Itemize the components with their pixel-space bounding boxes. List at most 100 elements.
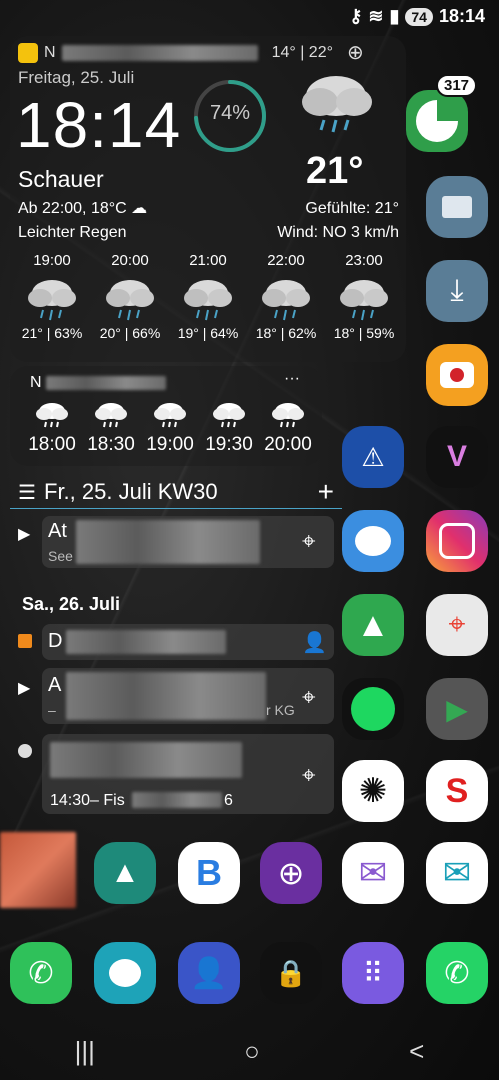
camera-app-icon[interactable] <box>426 344 488 406</box>
status-time: 18:14 <box>438 6 485 26</box>
spotify-app-icon[interactable] <box>342 678 404 740</box>
event-dot <box>18 744 32 758</box>
weather-location: N <box>44 43 56 61</box>
folder-icon <box>442 196 472 218</box>
contacts-app-icon[interactable]: 👤 <box>178 942 240 1004</box>
instagram-app-icon[interactable] <box>426 510 488 572</box>
temp-range: 14° | 22° <box>271 43 333 61</box>
hour-info: 21° | 63% <box>21 325 83 341</box>
s-app-icon[interactable]: S <box>426 760 488 822</box>
secure-app-icon[interactable]: 🔒 <box>260 942 322 1004</box>
mountain-icon: ▲ <box>356 605 390 644</box>
rain-cloud-icon <box>20 273 84 323</box>
mountains-icon: ▲ <box>110 856 140 889</box>
event-title: D <box>48 630 63 652</box>
phone-app-icon[interactable]: ✆ <box>10 942 72 1004</box>
rain-cloud-icon <box>254 273 318 323</box>
purple-mail-app-icon[interactable]: ✉ <box>342 842 404 904</box>
clock-time[interactable]: 18:14 <box>16 88 181 162</box>
koala-app-icon[interactable] <box>342 510 404 572</box>
download-icon: ⤓ <box>450 274 464 307</box>
rain-alert-app-icon[interactable]: ⚠ <box>342 426 404 488</box>
messages-app-icon[interactable] <box>94 942 156 1004</box>
hour-time: 22:00 <box>267 252 305 269</box>
hour-forecast: 21:00 19° | 64% <box>176 252 240 341</box>
menu-icon[interactable]: ☰ <box>18 480 44 505</box>
forecast-from: Ab 22:00, 18°C ☁ <box>18 200 148 217</box>
phone-icon: ✆ <box>28 956 54 990</box>
redacted-location <box>61 44 258 61</box>
play-icon: ▶ <box>18 526 31 543</box>
hour-time: 19:00 <box>33 252 71 269</box>
envelope-icon: ✉ <box>358 854 388 892</box>
hour-time: 21:00 <box>189 252 227 269</box>
hour-forecast: 19:00 21° | 63% <box>20 252 84 341</box>
back-button[interactable]: < <box>409 1036 424 1067</box>
notification-badge: 317 <box>436 74 478 97</box>
apps-grid-icon[interactable]: ⠿ <box>342 942 404 1004</box>
pie-app-icon[interactable] <box>406 90 468 152</box>
rain-icon <box>94 403 128 433</box>
redacted-event <box>76 520 260 564</box>
home-button[interactable]: ○ <box>244 1036 260 1067</box>
event-title: A <box>48 674 62 696</box>
rain-widget-title: N <box>30 374 166 392</box>
calendar-divider <box>10 508 342 509</box>
v-app-icon[interactable]: V <box>426 426 488 488</box>
chatgpt-app-icon[interactable]: ✺ <box>342 760 404 822</box>
weather-date: Freitag, 25. Juli <box>18 68 135 87</box>
pie-icon <box>416 100 458 142</box>
chatgpt-icon: ✺ <box>358 772 388 810</box>
camera-icon <box>440 362 474 388</box>
redacted-app-icon[interactable] <box>0 832 76 908</box>
chat-bubble-icon <box>109 959 141 987</box>
navigation-bar: ||| ○ < <box>0 1022 499 1080</box>
plus-app-icon[interactable]: ⊕ <box>260 842 322 904</box>
hour-forecast: 23:00 18° | 59% <box>332 252 396 341</box>
small-cloud-icon: ☁ <box>131 200 148 217</box>
person-icon[interactable]: 👤 <box>302 630 327 655</box>
weather-condition: Schauer <box>18 166 104 192</box>
location-pin-icon[interactable]: ⌖ <box>302 528 316 556</box>
downloads-app-icon[interactable]: ⤓ <box>426 260 488 322</box>
calendar-header: ☰ Fr., 25. Juli KW30 + <box>18 476 334 508</box>
wind: Wind: NO 3 km/h <box>277 224 399 241</box>
rain-cloud-icon <box>302 76 372 133</box>
location-pin-icon[interactable]: ⌖ <box>302 684 316 712</box>
add-location-icon[interactable]: ⊕ <box>347 40 364 65</box>
teal-mail-app-icon[interactable]: ✉ <box>426 842 488 904</box>
hour-time: 23:00 <box>345 252 383 269</box>
b-app-icon[interactable]: B <box>178 842 240 904</box>
redacted-event <box>66 672 266 720</box>
rain-slot: 20:00 <box>260 400 316 456</box>
weather-app-icon <box>18 42 38 63</box>
add-event-button[interactable]: + <box>318 476 334 508</box>
rain-slot: 19:30 <box>201 400 257 456</box>
rain-text: Leichter Regen <box>18 224 127 241</box>
hour-forecast: 22:00 18° | 62% <box>254 252 318 341</box>
more-icon[interactable]: ··· <box>284 370 300 388</box>
mountain-app-icon[interactable]: ▲ <box>342 594 404 656</box>
event-time-end: 6 <box>224 792 233 809</box>
maps-app-icon[interactable]: ⌖ <box>426 594 488 656</box>
hour-forecast: 20:00 20° | 66% <box>98 252 162 341</box>
day-header: Sa., 26. Juli <box>22 594 121 614</box>
map-pin-icon: ⌖ <box>448 608 466 641</box>
calendar-date[interactable]: Fr., 25. Juli KW30 <box>44 479 218 505</box>
hour-info: 18° | 62% <box>255 325 317 341</box>
battery-badge: 74 <box>405 7 433 26</box>
recents-button[interactable]: ||| <box>75 1036 95 1067</box>
dots-grid-icon: ⠿ <box>362 957 384 989</box>
files-app-icon[interactable] <box>426 176 488 238</box>
mountains-app-icon[interactable]: ▲ <box>94 842 156 904</box>
v-logo-icon: V <box>446 440 467 473</box>
location-pin-icon[interactable]: ⌖ <box>302 762 316 790</box>
slot-time: 18:00 <box>28 434 76 455</box>
play-store-app-icon[interactable]: ▶ <box>426 678 488 740</box>
whatsapp-app-icon[interactable]: ✆ <box>426 942 488 1004</box>
whatsapp-icon: ✆ <box>444 956 470 990</box>
play-icon: ▶ <box>18 680 31 697</box>
hour-time: 20:00 <box>111 252 149 269</box>
rain-icon <box>271 403 305 433</box>
feels-like: Gefühlte: 21° <box>305 200 399 217</box>
